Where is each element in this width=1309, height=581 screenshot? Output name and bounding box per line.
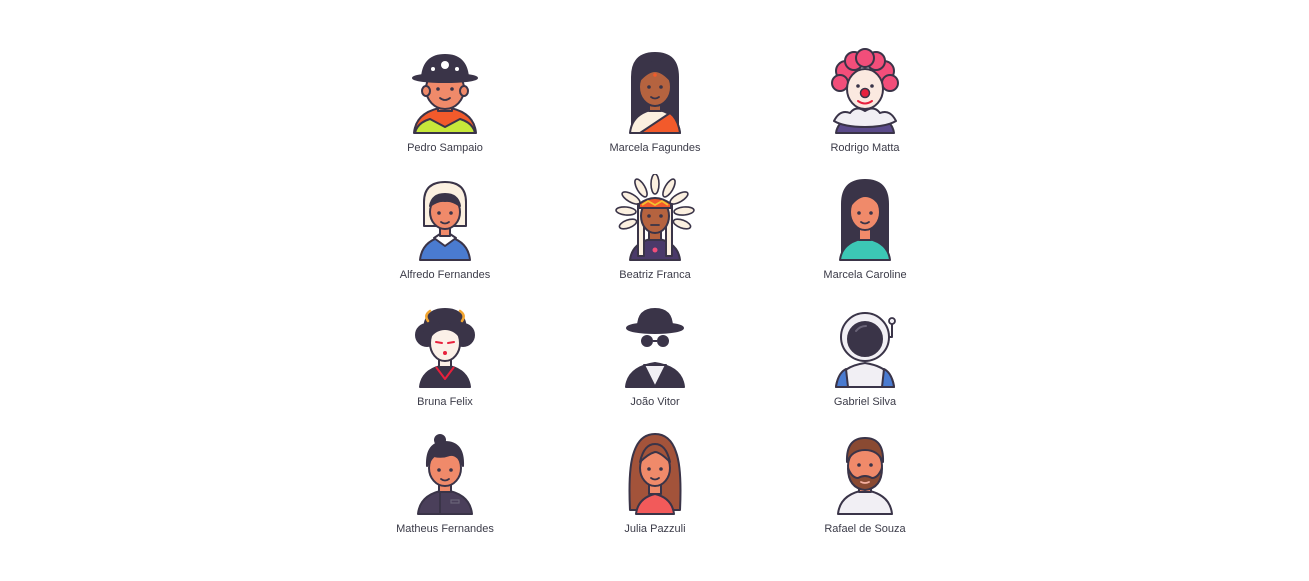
user-card[interactable]: João Vitor — [555, 301, 755, 409]
user-name: Gabriel Silva — [833, 396, 897, 408]
user-card[interactable]: Pedro Sampaio — [345, 47, 545, 155]
indian-woman-avatar-icon — [629, 52, 681, 134]
user-card[interactable]: Marcela Fagundes — [555, 47, 755, 155]
user-name: Rafael de Souza — [824, 523, 906, 535]
user-name: Alfredo Fernandes — [399, 269, 491, 281]
user-name: Beatriz Franca — [619, 269, 691, 281]
geisha-avatar-icon — [415, 308, 475, 388]
user-name: Pedro Sampaio — [407, 142, 483, 154]
pilgrim-woman-avatar-icon — [419, 181, 471, 261]
user-card[interactable]: Beatriz Franca — [555, 174, 755, 282]
user-card[interactable]: Rodrigo Matta — [765, 47, 965, 155]
user-card[interactable]: Alfredo Fernandes — [345, 174, 545, 282]
clown-avatar-icon — [831, 48, 899, 134]
bearded-man-avatar-icon — [837, 437, 893, 515]
user-name: Marcela Caroline — [823, 269, 907, 281]
user-card[interactable]: Julia Pazzuli — [555, 428, 755, 536]
user-name: Marcela Fagundes — [609, 142, 701, 154]
user-card[interactable]: Gabriel Silva — [765, 301, 965, 409]
user-card[interactable]: Marcela Caroline — [765, 174, 965, 282]
firefighter-avatar-icon — [412, 54, 478, 134]
user-card[interactable]: Bruna Felix — [345, 301, 545, 409]
user-name: Matheus Fernandes — [396, 523, 494, 535]
brown-hair-woman-avatar-icon — [628, 433, 682, 515]
spy-avatar-icon — [625, 308, 685, 388]
user-card[interactable]: Rafael de Souza — [765, 428, 965, 536]
user-card[interactable]: Matheus Fernandes — [345, 428, 545, 536]
long-hair-woman-avatar-icon — [839, 179, 891, 261]
user-grid: Pedro Sampaio Marcela Fagundes Rodrigo M… — [345, 47, 965, 536]
student-avatar-icon — [417, 434, 473, 515]
user-name: Rodrigo Matta — [830, 142, 900, 154]
user-name: Bruna Felix — [417, 396, 473, 408]
native-chief-avatar-icon — [615, 174, 695, 261]
astronaut-avatar-icon — [835, 312, 896, 388]
user-name: Julia Pazzuli — [624, 523, 686, 535]
user-name: João Vitor — [630, 396, 680, 408]
